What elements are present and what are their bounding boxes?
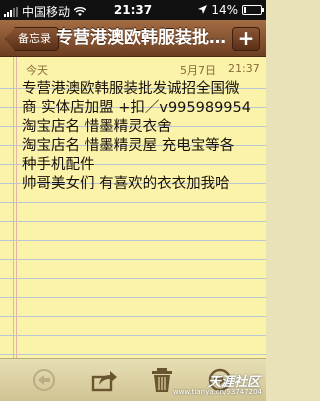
note-line: 种手机配件 (22, 157, 95, 173)
note-line: 专营港澳欧韩服装批发诚招全国微 (22, 81, 240, 97)
battery-icon (242, 5, 264, 15)
note-time: 21:37 (228, 62, 260, 75)
navigation-bar: 备忘录 专营港澳欧韩服装批… + (0, 20, 266, 57)
note-line: 淘宝店名 惜墨精灵衣舍 (22, 119, 172, 135)
note-line: 帅哥美女们 有喜欢的衣衣加我哈 (22, 176, 230, 192)
margin-line (16, 57, 17, 358)
notes-back-button[interactable]: 备忘录 (5, 27, 59, 51)
plus-icon[interactable]: + (232, 27, 260, 51)
watermark-url: www.tianya.cn/53747204 (172, 388, 262, 396)
share-icon[interactable] (90, 367, 118, 393)
location-icon (198, 5, 208, 14)
battery-percent: 14% (211, 3, 238, 17)
note-body[interactable]: 专营港澳欧韩服装批发诚招全国微 商 实体店加盟 +扣／v995989954 淘宝… (22, 80, 264, 194)
margin-line (13, 57, 14, 358)
note-day-label: 今天 (26, 64, 48, 77)
note-date: 5月7日 (180, 64, 216, 77)
note-line: 商 实体店加盟 +扣／v995989954 (22, 100, 251, 116)
note-line: 淘宝店名 惜墨精灵屋 充电宝等各 (22, 138, 235, 154)
note-title: 专营港澳欧韩服装批… (56, 28, 226, 48)
trash-icon[interactable] (148, 367, 176, 393)
back-arrow-icon[interactable] (30, 367, 58, 393)
status-bar: 中国移动 21:37 14% (0, 0, 266, 20)
